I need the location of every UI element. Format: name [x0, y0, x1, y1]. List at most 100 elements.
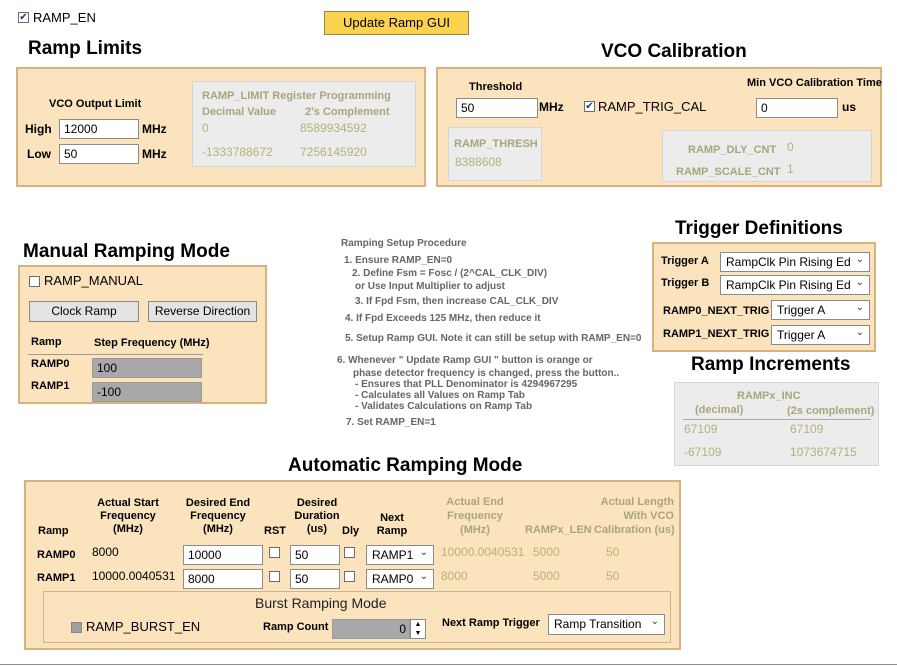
ramp1-rst-checkbox[interactable]	[269, 571, 280, 582]
register-programming-title: RAMP_LIMIT Register Programming	[202, 90, 391, 102]
header-line: Desired End	[185, 497, 251, 509]
trigger-a-label: Trigger A	[661, 255, 709, 267]
ramp-cnt-box: RAMP_DLY_CNT 0 RAMP_SCALE_CNT 1	[662, 130, 872, 182]
auto-col-rampx-len: RAMPx_LEN	[525, 524, 592, 536]
ramp-count-input[interactable]: 0	[332, 619, 410, 639]
trigger-a-select[interactable]: RampClk Pin Rising Ed ⌄	[720, 252, 870, 272]
trigger-a-value: RampClk Pin Rising Ed	[726, 255, 851, 269]
procedure-line: - Validates Calculations on Ramp Tab	[355, 401, 533, 412]
stepper-down-icon[interactable]: ▼	[411, 629, 425, 638]
twos-value-2: 7256145920	[300, 145, 367, 159]
burst-ramping-title: Burst Ramping Mode	[255, 595, 387, 611]
ramp1-next-trig-select[interactable]: Trigger A ⌄	[771, 325, 870, 345]
ramp-en-checkbox[interactable]: ✔	[18, 12, 29, 23]
min-vco-cal-time-input[interactable]: 0	[756, 98, 838, 118]
ramp1-duration-input[interactable]: 50	[290, 569, 340, 589]
next-ramp-trigger-label: Next Ramp Trigger	[442, 617, 540, 629]
auto-col-dly: Dly	[342, 525, 360, 537]
ramp-thresh-box: RAMP_THRESH 8388608	[448, 127, 542, 181]
low-unit: MHz	[142, 147, 167, 161]
ramp1-inc-twos: 1073674715	[790, 445, 857, 459]
ramp1-next-ramp-select[interactable]: RAMP0 ⌄	[366, 569, 434, 589]
ramp0-rst-checkbox[interactable]	[269, 547, 280, 558]
header-line: Actual Length	[600, 496, 674, 508]
ramp-trig-cal-checkbox[interactable]: ✔	[584, 101, 595, 112]
decimal-value-header: Decimal Value	[202, 106, 276, 118]
trigger-b-select[interactable]: RampClk Pin Rising Ed ⌄	[720, 275, 870, 295]
procedure-line: phase detector frequency is changed, pre…	[353, 368, 620, 379]
ramp0-next-ramp-value: RAMP1	[372, 548, 414, 562]
burst-ramping-panel: Burst Ramping Mode RAMP_BURST_EN Ramp Co…	[43, 591, 671, 643]
procedure-line: 3. If Fpd Fsm, then increase CAL_CLK_DIV	[355, 296, 559, 307]
ramp-thresh-value: 8388608	[455, 155, 502, 169]
auto-col-rst: RST	[264, 525, 286, 537]
twos-value-1: 8589934592	[300, 121, 367, 135]
trigger-definitions-title: Trigger Definitions	[675, 218, 843, 239]
high-unit: MHz	[142, 122, 167, 136]
ramp0-actual-end: 10000.0040531	[441, 545, 525, 559]
procedure-line: 1. Ensure RAMP_EN=0	[344, 255, 453, 266]
bottom-divider	[0, 664, 897, 665]
auto-col-ramp: Ramp	[38, 525, 69, 537]
auto-row-ramp0-label: RAMP0	[37, 549, 76, 561]
header-line: Frequency	[190, 510, 246, 522]
manual-ramping-title: Manual Ramping Mode	[23, 241, 230, 262]
header-line: With VCO	[623, 510, 674, 522]
chevron-down-icon: ⌄	[419, 571, 428, 582]
ramp0-len: 5000	[533, 545, 560, 559]
decimal-value-2: -1333788672	[202, 145, 273, 159]
threshold-unit: MHz	[539, 100, 564, 114]
ramp1-dly-checkbox[interactable]	[344, 571, 355, 582]
ramp0-duration-input[interactable]: 50	[290, 545, 340, 565]
manual-col-ramp: Ramp	[31, 336, 62, 348]
chevron-down-icon: ⌄	[855, 277, 864, 288]
increments-col-twos: (2s complement)	[787, 405, 875, 417]
header-line: Duration	[294, 510, 340, 522]
header-line: Next	[380, 512, 404, 524]
manual-row-ramp0-label: RAMP0	[31, 358, 70, 370]
high-limit-input[interactable]: 12000	[59, 119, 139, 139]
ramp1-desired-end-input[interactable]: 8000	[183, 569, 263, 589]
ramp-manual-checkbox[interactable]	[29, 276, 40, 287]
stepper-up-icon[interactable]: ▲	[411, 620, 425, 629]
header-line: Ramp	[376, 525, 408, 537]
auto-col-actual-end: Actual End Frequency (MHz)	[440, 495, 510, 537]
manual-header-divider	[28, 354, 203, 355]
rampx-inc-header: RAMPx_INC	[737, 390, 801, 402]
clock-ramp-button[interactable]: Clock Ramp	[29, 301, 139, 322]
ramp-manual-label: RAMP_MANUAL	[44, 273, 143, 288]
ramp0-desired-end-input[interactable]: 10000	[183, 545, 263, 565]
low-label: Low	[27, 147, 51, 161]
ramp1-actual-end: 8000	[441, 569, 468, 583]
ramp-dly-cnt-value: 0	[787, 140, 794, 154]
ramp0-next-ramp-select[interactable]: RAMP1 ⌄	[366, 545, 434, 565]
trigger-definitions-panel: Trigger A RampClk Pin Rising Ed ⌄ Trigger…	[652, 242, 876, 352]
threshold-input[interactable]: 50	[456, 98, 538, 118]
automatic-ramping-panel: Ramp Actual Start Frequency (MHz) Desire…	[24, 480, 681, 650]
auto-col-next-ramp: Next Ramp	[370, 512, 414, 538]
header-line: Actual End	[446, 496, 504, 508]
increments-col-decimal: (decimal)	[695, 404, 744, 416]
ramp0-dly-checkbox[interactable]	[344, 547, 355, 558]
reverse-direction-button[interactable]: Reverse Direction	[148, 301, 257, 322]
next-ramp-trigger-value: Ramp Transition	[554, 617, 642, 631]
header-line: Frequency	[100, 510, 156, 522]
update-ramp-gui-button[interactable]: Update Ramp GUI	[324, 11, 469, 35]
ramp0-next-trig-label: RAMP0_NEXT_TRIG	[663, 305, 770, 317]
ramp-trig-cal-label: RAMP_TRIG_CAL	[598, 99, 707, 114]
ramp-limits-title: Ramp Limits	[28, 38, 143, 59]
ramp-count-stepper[interactable]: ▲ ▼	[410, 619, 426, 639]
low-limit-input[interactable]: 50	[59, 144, 139, 164]
ramp0-next-trig-select[interactable]: Trigger A ⌄	[771, 300, 870, 320]
ramp0-inc-twos: 67109	[790, 422, 824, 436]
ramp1-next-trig-label: RAMP1_NEXT_TRIG	[663, 328, 770, 340]
next-ramp-trigger-select[interactable]: Ramp Transition ⌄	[548, 614, 665, 635]
ramp-dly-cnt-label: RAMP_DLY_CNT	[688, 144, 777, 156]
header-line: Desired	[296, 497, 338, 509]
chevron-down-icon: ⌄	[855, 254, 864, 265]
header-line: (MHz)	[203, 523, 233, 535]
ramp-increments-title: Ramp Increments	[691, 354, 851, 375]
ramp-burst-en-checkbox[interactable]	[71, 622, 82, 633]
auto-row-ramp1-label: RAMP1	[37, 572, 76, 584]
procedure-line: - Calculates all Values on Ramp Tab	[355, 390, 525, 401]
